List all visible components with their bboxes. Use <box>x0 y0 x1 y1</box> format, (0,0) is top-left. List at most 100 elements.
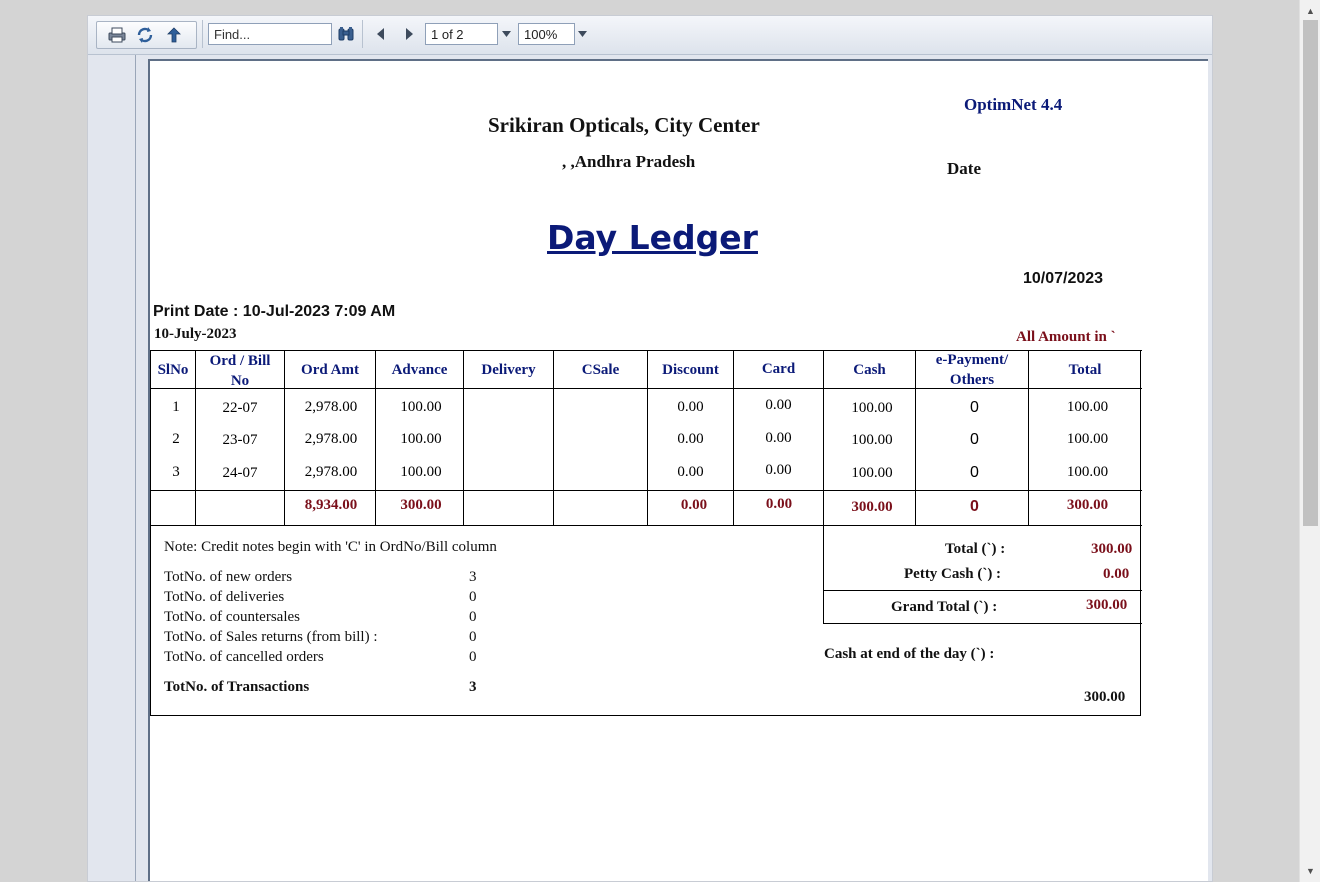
up-arrow-icon[interactable] <box>163 25 185 45</box>
summary-box-bottom <box>823 623 1142 624</box>
cell-total: 100.00 <box>1066 399 1109 415</box>
table-border-bottom <box>150 715 1141 716</box>
summary-petty-value: 0.00 <box>1103 566 1130 582</box>
total-advance: 300.00 <box>400 497 442 513</box>
toolbar-separator <box>362 20 363 48</box>
toolbar-button-group <box>96 21 197 49</box>
print-date: Print Date : 10-Jul-2023 7:09 AM <box>153 303 396 320</box>
cell-discount: 0.00 <box>677 464 704 480</box>
col-header-slno: SlNo <box>157 362 189 378</box>
amount-currency-note: All Amount in ` <box>1016 329 1116 345</box>
col-header-epayment: e-Payment/ <box>935 352 1009 368</box>
total-epayment: 0 <box>970 498 979 515</box>
stat-label: TotNo. of new orders <box>164 569 293 585</box>
scroll-thumb[interactable] <box>1303 20 1318 526</box>
cell-cash: 100.00 <box>851 432 893 448</box>
cell-discount: 0.00 <box>677 399 704 415</box>
cell-cash: 100.00 <box>851 400 893 416</box>
cell-advance: 100.00 <box>400 464 442 480</box>
page-number-input[interactable] <box>425 23 498 45</box>
cell-discount: 0.00 <box>677 431 704 447</box>
page-dropdown-icon[interactable] <box>499 26 513 42</box>
summary-total-label: Total (`) : <box>945 541 1006 557</box>
stat-value: 3 <box>469 569 477 585</box>
col-header-discount: Discount <box>662 362 719 378</box>
zoom-dropdown-icon[interactable] <box>575 26 589 42</box>
table-totals-top <box>150 490 1142 491</box>
col-header-epayment-line2: Others <box>949 372 995 388</box>
cell-ord-amt: 2,978.00 <box>304 431 358 447</box>
company-address: , ,Andhra Pradesh <box>562 152 696 171</box>
credit-note: Note: Credit notes begin with 'C' in Ord… <box>164 539 497 555</box>
transactions-label: TotNo. of Transactions <box>164 679 310 695</box>
cash-end-label: Cash at end of the day (`) : <box>824 646 995 662</box>
company-name: Srikiran Opticals, City Center <box>488 113 760 137</box>
col-header-cash: Cash <box>853 362 886 378</box>
binoculars-icon[interactable] <box>335 24 357 44</box>
cell-epayment: 0 <box>970 431 979 448</box>
stat-value: 0 <box>469 589 477 605</box>
cell-slno: 3 <box>172 464 180 480</box>
cash-end-value: 300.00 <box>1084 689 1126 705</box>
col-header-ord-bill-line2: No <box>230 373 250 389</box>
summary-grand-label: Grand Total (`) : <box>891 599 998 615</box>
summary-total-value: 300.00 <box>1091 541 1133 557</box>
stat-label: TotNo. of Sales returns (from bill) : <box>164 629 378 645</box>
previous-page-icon[interactable] <box>374 26 388 42</box>
stat-value: 0 <box>469 609 477 625</box>
refresh-icon[interactable] <box>134 25 156 45</box>
cell-card: 0.00 <box>765 462 792 478</box>
report-date: 10-July-2023 <box>154 326 237 342</box>
cell-ord-amt: 2,978.00 <box>304 399 358 415</box>
summary-petty-label: Petty Cash (`) : <box>904 566 1002 582</box>
col-header-advance: Advance <box>391 362 448 378</box>
cell-total: 100.00 <box>1066 464 1109 480</box>
col-header-card: Card <box>761 361 796 377</box>
stat-label: TotNo. of deliveries <box>164 589 285 605</box>
summary-box-left <box>823 525 824 624</box>
app-version: OptimNet 4.4 <box>964 95 1063 114</box>
cell-epayment: 0 <box>970 399 979 416</box>
vertical-scrollbar[interactable]: ▲ ▼ <box>1299 0 1320 882</box>
report-title: Day Ledger <box>547 218 758 257</box>
col-header-total: Total <box>1068 362 1102 378</box>
stat-label: TotNo. of cancelled orders <box>164 649 324 665</box>
scroll-down-icon[interactable]: ▼ <box>1300 862 1320 880</box>
cell-advance: 100.00 <box>400 431 442 447</box>
find-input[interactable] <box>208 23 332 45</box>
cell-card: 0.00 <box>765 430 792 446</box>
col-header-ord-bill: Ord / Bill <box>209 353 271 369</box>
cell-slno: 2 <box>172 431 180 447</box>
print-icon[interactable] <box>106 25 128 45</box>
next-page-icon[interactable] <box>402 26 416 42</box>
stat-label: TotNo. of countersales <box>164 609 300 625</box>
total-card: 0.00 <box>765 496 793 512</box>
col-header-ord-amt: Ord Amt <box>301 362 359 378</box>
toolbar-separator <box>202 20 203 48</box>
cell-ord-amt: 2,978.00 <box>304 464 358 480</box>
cell-advance: 100.00 <box>400 399 442 415</box>
total-ord-amt: 8,934.00 <box>304 497 358 513</box>
col-header-delivery: Delivery <box>481 362 536 378</box>
cell-slno: 1 <box>172 399 180 415</box>
transactions-value: 3 <box>469 679 477 695</box>
left-pane <box>88 55 136 881</box>
table-totals-bottom <box>150 525 1142 526</box>
total-total: 300.00 <box>1066 497 1109 513</box>
summary-divider <box>823 590 1142 591</box>
date-label: Date <box>947 159 981 178</box>
cell-bill-no: 24-07 <box>222 465 258 481</box>
cell-epayment: 0 <box>970 464 979 481</box>
zoom-input[interactable] <box>518 23 575 45</box>
viewer-toolbar <box>88 16 1212 55</box>
cell-total: 100.00 <box>1066 431 1109 447</box>
stat-value: 0 <box>469 649 477 665</box>
scroll-up-icon[interactable]: ▲ <box>1300 2 1320 20</box>
total-discount: 0.00 <box>680 497 708 513</box>
cell-card: 0.00 <box>765 397 792 413</box>
col-header-csale: CSale <box>581 362 620 378</box>
stat-value: 0 <box>469 629 477 645</box>
cell-cash: 100.00 <box>851 465 893 481</box>
total-cash: 300.00 <box>851 499 893 515</box>
cell-bill-no: 22-07 <box>222 400 258 416</box>
